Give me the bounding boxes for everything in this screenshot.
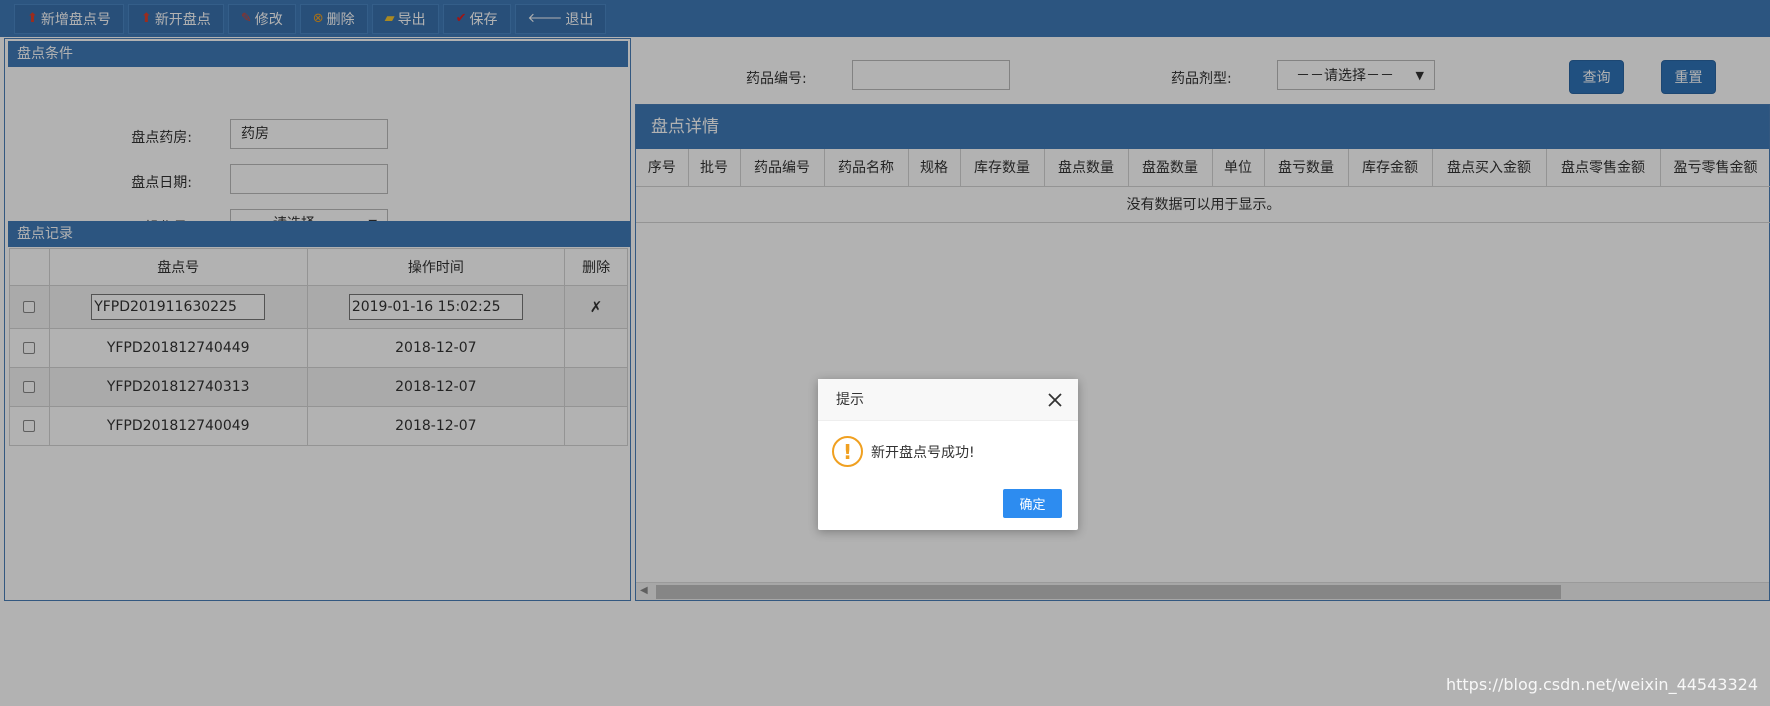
dialog-body: ! 新开盘点号成功! — [818, 421, 1078, 467]
dialog-title-bar: 提示 — [818, 379, 1078, 421]
ok-button[interactable]: 确定 — [1003, 489, 1062, 518]
warning-icon: ! — [832, 436, 863, 467]
dialog-message: 新开盘点号成功! — [871, 444, 975, 461]
close-icon[interactable] — [1046, 391, 1064, 409]
alert-dialog: 提示 ! 新开盘点号成功! 确定 — [818, 379, 1078, 530]
modal-overlay — [0, 0, 1770, 706]
watermark: https://blog.csdn.net/weixin_44543324 — [1445, 675, 1758, 694]
dialog-title: 提示 — [836, 392, 864, 408]
